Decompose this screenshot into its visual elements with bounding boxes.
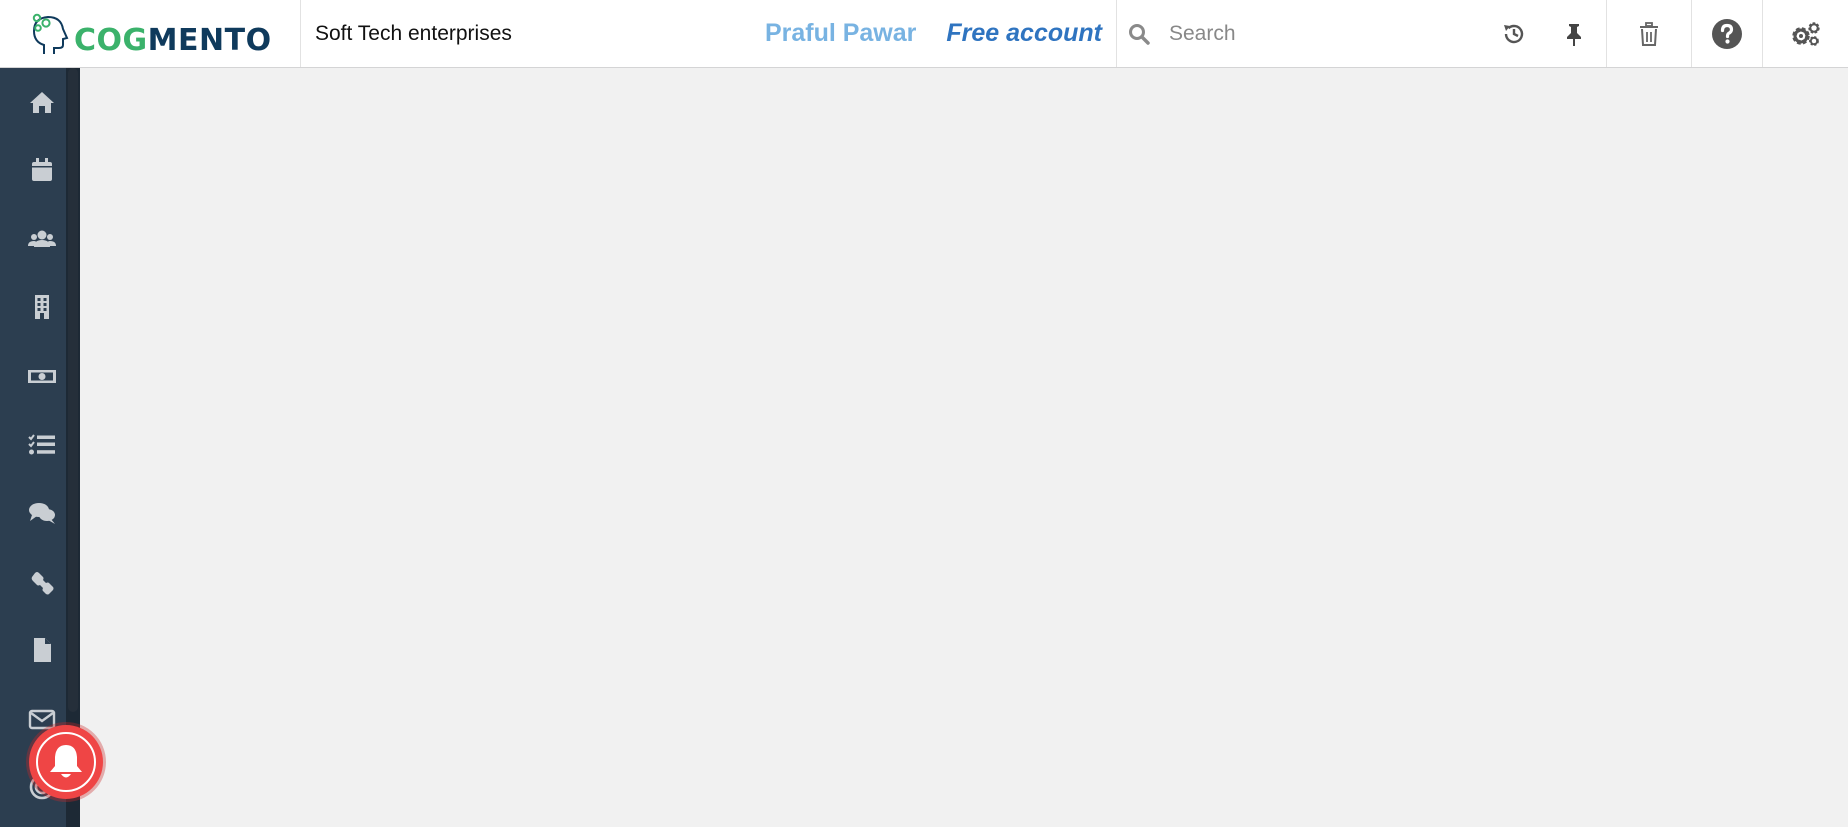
history-icon[interactable] (1501, 21, 1527, 47)
top-header: COGMENTO Soft Tech enterprises Praful Pa… (0, 0, 1848, 68)
cogs-icon (1791, 21, 1820, 46)
pin-icon[interactable] (1561, 21, 1587, 47)
logo-text-cog: COG (74, 22, 148, 58)
sidebar-scrollbar-thumb[interactable] (68, 68, 78, 712)
money-icon (28, 370, 56, 383)
logo-head-icon (32, 13, 69, 54)
trash-icon (1640, 21, 1658, 46)
user-info: Praful Pawar Free account (761, 0, 1116, 67)
sidebar (0, 68, 80, 827)
file-icon (34, 638, 51, 662)
comments-icon (29, 503, 55, 524)
trash-button[interactable] (1606, 0, 1691, 67)
logo[interactable]: COGMENTO (0, 0, 301, 67)
user-name[interactable]: Praful Pawar (765, 19, 916, 48)
notification-bell-button[interactable] (29, 725, 103, 799)
calendar-icon (32, 158, 52, 181)
search-box (1116, 0, 1606, 67)
search-icon (1129, 23, 1150, 45)
question-circle-icon (1712, 18, 1742, 49)
building-icon (35, 295, 49, 319)
notification-bell-ring (36, 732, 96, 792)
phone-icon (31, 572, 54, 595)
tasks-icon (28, 434, 55, 455)
users-icon (28, 230, 56, 247)
logo-text: COGMENTO (74, 22, 272, 58)
account-type[interactable]: Free account (946, 19, 1102, 48)
sidebar-item-tasks[interactable] (22, 425, 62, 465)
sidebar-item-contacts[interactable] (22, 219, 62, 259)
sidebar-scrollbar[interactable] (66, 68, 80, 827)
sidebar-item-documents[interactable] (22, 630, 62, 670)
sidebar-item-companies[interactable] (22, 287, 62, 327)
sidebar-item-calls[interactable] (22, 562, 62, 602)
sidebar-item-deals[interactable] (22, 356, 62, 396)
logo-text-mento: MENTO (147, 22, 272, 58)
sidebar-item-home[interactable] (22, 82, 62, 122)
help-button[interactable] (1691, 0, 1762, 67)
bell-icon (50, 745, 82, 778)
settings-button[interactable] (1762, 0, 1848, 67)
sidebar-item-calendar[interactable] (22, 150, 62, 190)
search-input[interactable] (1167, 20, 1507, 47)
home-icon (30, 92, 54, 113)
main-content (80, 68, 1848, 827)
sidebar-item-cases[interactable] (22, 493, 62, 533)
company-name: Soft Tech enterprises (315, 21, 512, 45)
